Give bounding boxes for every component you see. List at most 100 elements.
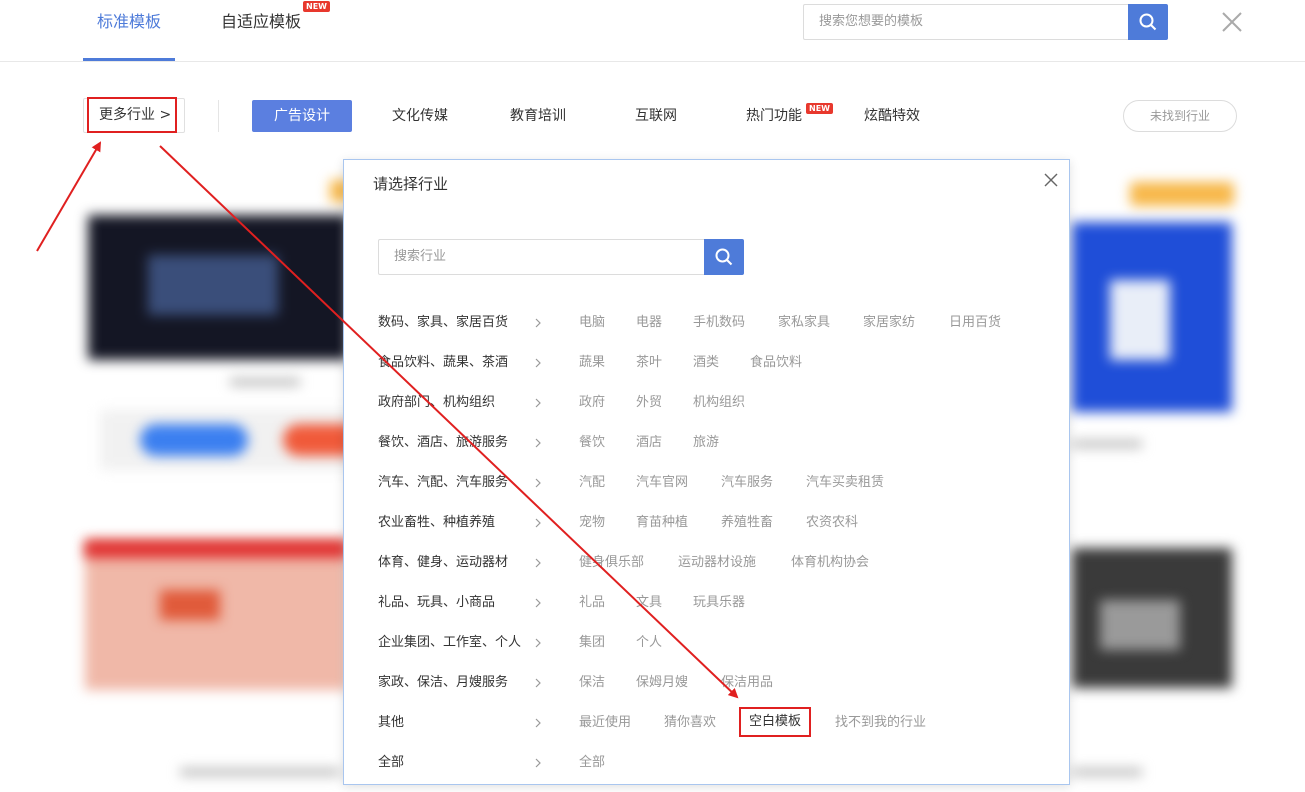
industry-subcategory[interactable]: 外贸 — [636, 393, 662, 413]
new-badge: NEW — [303, 1, 330, 12]
top-nav: 标准模板 自适应模板 NEW 搜索您想要的模板 — [0, 0, 1305, 62]
industry-subcategory[interactable]: 保洁用品 — [721, 673, 773, 693]
template-search-input[interactable]: 搜索您想要的模板 — [803, 4, 1128, 40]
industry-category[interactable]: 政府部门、机构组织 — [378, 393, 495, 413]
industry-subcategory[interactable]: 农资农科 — [806, 513, 858, 533]
divider — [218, 100, 219, 132]
tab-standard-templates[interactable]: 标准模板 — [97, 12, 161, 32]
industry-subcategory[interactable]: 酒类 — [693, 353, 719, 373]
close-icon[interactable] — [1220, 10, 1244, 34]
new-badge: NEW — [806, 103, 833, 114]
industry-row: 体育、健身、运动器材 健身俱乐部 运动器材设施 体育机构协会 — [378, 553, 1058, 573]
industry-category[interactable]: 全部 — [378, 753, 404, 773]
template-logo — [1110, 280, 1170, 360]
industry-search-input[interactable]: 搜索行业 — [378, 239, 704, 275]
industry-subcategory[interactable]: 电器 — [636, 313, 662, 333]
chevron-right-icon — [535, 358, 541, 368]
industry-subcategory[interactable]: 找不到我的行业 — [835, 713, 926, 733]
industry-subcategory[interactable]: 文具 — [636, 593, 662, 613]
category-education[interactable]: 教育培训 — [510, 107, 566, 125]
industry-subcategory[interactable]: 家私家具 — [778, 313, 830, 333]
industry-subcategory[interactable]: 养殖牲畜 — [721, 513, 773, 533]
chevron-right-icon — [535, 598, 541, 608]
industry-row: 农业畜牲、种植养殖 宠物 育苗种植 养殖牲畜 农资农科 — [378, 513, 1058, 533]
modal-title: 请选择行业 — [373, 175, 449, 193]
tab-responsive-templates[interactable]: 自适应模板 — [221, 12, 301, 32]
industry-category[interactable]: 企业集团、工作室、个人 — [378, 633, 521, 653]
industry-subcategory[interactable]: 茶叶 — [636, 353, 662, 373]
category-hot-features[interactable]: 热门功能 — [746, 107, 802, 125]
industry-subcategory[interactable]: 集团 — [579, 633, 605, 653]
chevron-right-icon — [535, 678, 541, 688]
blurred-caption — [1072, 768, 1142, 776]
industry-subcategory[interactable]: 蔬果 — [579, 353, 605, 373]
industry-category[interactable]: 数码、家具、家居百货 — [378, 313, 508, 333]
chevron-right-icon — [535, 318, 541, 328]
industry-subcategory[interactable]: 猜你喜欢 — [664, 713, 716, 733]
industry-subcategory[interactable]: 旅游 — [693, 433, 719, 453]
industry-row: 政府部门、机构组织 政府 外贸 机构组织 — [378, 393, 1058, 413]
industry-subcategory[interactable]: 体育机构协会 — [791, 553, 869, 573]
category-cool-effects[interactable]: 炫酷特效 — [864, 107, 920, 125]
category-culture-media[interactable]: 文化传媒 — [392, 107, 448, 125]
chevron-right-icon — [535, 398, 541, 408]
industry-category[interactable]: 礼品、玩具、小商品 — [378, 593, 495, 613]
industry-category[interactable]: 其他 — [378, 713, 404, 733]
industry-select-modal: 请选择行业 搜索行业 数码、家具、家居百货 电脑 电器 手机数码 家私家具 家居家纺 日用百… — [343, 159, 1070, 785]
close-icon[interactable] — [1043, 172, 1059, 188]
chevron-right-icon — [535, 478, 541, 488]
industry-search-button[interactable] — [704, 239, 744, 275]
template-search-button[interactable] — [1128, 4, 1168, 40]
industry-category[interactable]: 餐饮、酒店、旅游服务 — [378, 433, 508, 453]
industry-category[interactable]: 食品饮料、蔬果、茶酒 — [378, 353, 508, 373]
industry-subcategory[interactable]: 玩具乐器 — [693, 593, 745, 613]
industry-subcategory[interactable]: 政府 — [579, 393, 605, 413]
industry-subcategory[interactable]: 保洁 — [579, 673, 605, 693]
industry-row: 全部 全部 — [378, 753, 1058, 773]
industry-subcategory[interactable]: 空白模板 — [739, 707, 812, 737]
blurred-caption — [1072, 440, 1142, 448]
industry-subcategory[interactable]: 电脑 — [579, 313, 605, 333]
industry-subcategory[interactable]: 酒店 — [636, 433, 662, 453]
industry-subcategory[interactable]: 礼品 — [579, 593, 605, 613]
industry-subcategory[interactable]: 运动器材设施 — [678, 553, 756, 573]
industry-subcategory[interactable]: 家居家纺 — [863, 313, 915, 333]
industry-subcategory[interactable]: 宠物 — [579, 513, 605, 533]
industry-not-found-button[interactable]: 未找到行业 — [1123, 100, 1237, 132]
industry-row: 家政、保洁、月嫂服务 保洁 保姆月嫂 保洁用品 — [378, 673, 1058, 693]
industry-subcategory[interactable]: 机构组织 — [693, 393, 745, 413]
blurred-caption — [180, 768, 340, 776]
template-thumbnail-detail — [160, 590, 220, 620]
chevron-right-icon — [535, 518, 541, 528]
chevron-right-icon — [535, 558, 541, 568]
industry-subcategory[interactable]: 汽配 — [579, 473, 605, 493]
industry-subcategory[interactable]: 最近使用 — [579, 713, 631, 733]
industry-subcategory[interactable]: 个人 — [636, 633, 662, 653]
industry-subcategory[interactable]: 日用百货 — [949, 313, 1001, 333]
industry-subcategory[interactable]: 健身俱乐部 — [579, 553, 644, 573]
active-tab-indicator — [83, 58, 175, 61]
industry-category[interactable]: 体育、健身、运动器材 — [378, 553, 508, 573]
industry-row: 食品饮料、蔬果、茶酒 蔬果 茶叶 酒类 食品饮料 — [378, 353, 1058, 373]
industry-subcategory[interactable]: 餐饮 — [579, 433, 605, 453]
industry-subcategory[interactable]: 保姆月嫂 — [636, 673, 688, 693]
industry-category[interactable]: 家政、保洁、月嫂服务 — [378, 673, 508, 693]
industry-subcategory[interactable]: 汽车服务 — [721, 473, 773, 493]
industry-category[interactable]: 农业畜牲、种植养殖 — [378, 513, 495, 533]
industry-subcategory[interactable]: 育苗种植 — [636, 513, 688, 533]
industry-subcategory[interactable]: 食品饮料 — [750, 353, 802, 373]
category-advertising[interactable]: 广告设计 — [252, 100, 352, 132]
industry-subcategory[interactable]: 汽车买卖租赁 — [806, 473, 884, 493]
category-internet[interactable]: 互联网 — [635, 107, 677, 125]
industry-subcategory[interactable]: 手机数码 — [693, 313, 745, 333]
industry-subcategory[interactable]: 汽车官网 — [636, 473, 688, 493]
industry-category[interactable]: 汽车、汽配、汽车服务 — [378, 473, 508, 493]
industry-row: 汽车、汽配、汽车服务 汽配 汽车官网 汽车服务 汽车买卖租赁 — [378, 473, 1058, 493]
preview-button — [140, 424, 248, 456]
search-icon — [715, 248, 733, 266]
search-icon — [1139, 13, 1157, 31]
template-thumbnail-detail — [1100, 600, 1180, 650]
more-industries-button[interactable]: 更多行业 > — [87, 97, 177, 133]
industry-row: 数码、家具、家居百货 电脑 电器 手机数码 家私家具 家居家纺 日用百货 — [378, 313, 1058, 333]
industry-subcategory[interactable]: 全部 — [579, 753, 605, 773]
